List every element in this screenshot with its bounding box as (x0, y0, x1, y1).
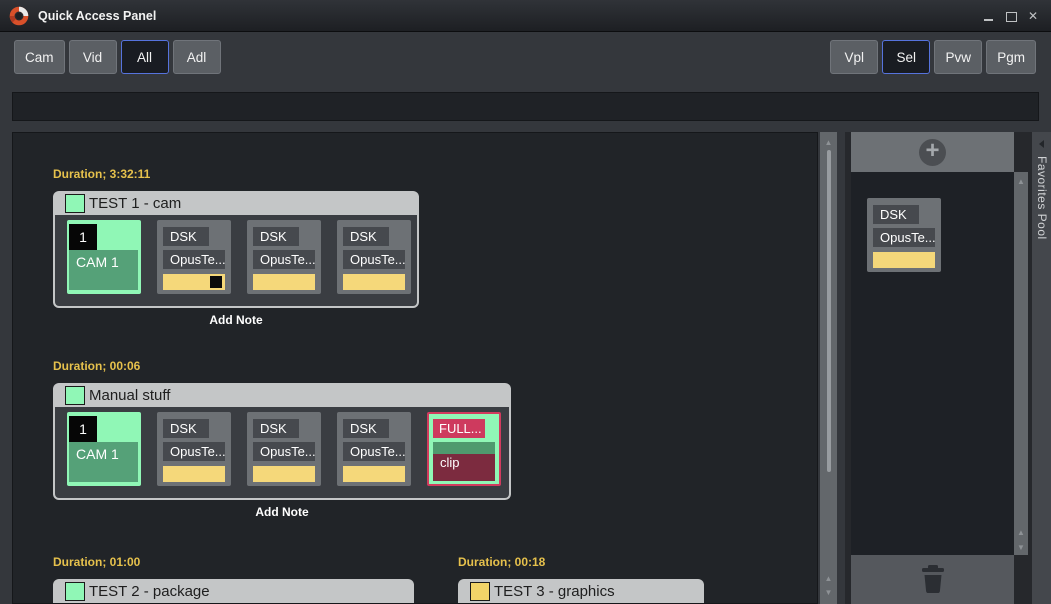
dsk-color-bar (163, 466, 225, 482)
tile-dsk[interactable]: DSK OpusTe... (157, 220, 231, 294)
close-button[interactable]: ✕ (1027, 10, 1039, 22)
cam-label: CAM 1 (69, 442, 138, 482)
dsk-color-bar (343, 466, 405, 482)
dsk-tag: DSK (873, 205, 919, 224)
favorites-list: DSK OpusTe... (851, 172, 1014, 555)
group-title: TEST 2 - package (89, 583, 210, 600)
delete-drop-zone[interactable] (851, 555, 1014, 604)
favorites-pool-tab-label: Favorites Pool (1035, 156, 1049, 240)
tile-cam1[interactable]: 1 CAM 1 (67, 220, 141, 294)
group-title: TEST 3 - graphics (494, 583, 615, 600)
dsk-color-bar (253, 466, 315, 482)
tile-dsk-favorite[interactable]: DSK OpusTe... (867, 198, 941, 272)
dsk-color-bar (873, 252, 935, 268)
full-tag: FULL... (433, 419, 485, 438)
minimize-button[interactable] (983, 10, 995, 22)
filter-sel-button[interactable]: Sel (882, 40, 930, 74)
dsk-color-bar (343, 274, 405, 290)
favorites-scrollbar[interactable]: ▲ ▲ ▼ (1014, 172, 1028, 555)
title-bar: Quick Access Panel ✕ (0, 0, 1051, 32)
tile-cam1[interactable]: 1 CAM 1 (67, 412, 141, 486)
group-color-swatch (65, 582, 85, 601)
output-filter-group: Vpl Sel Pvw Pgm (830, 40, 1036, 74)
group-duration: Duration; 00:06 (53, 359, 511, 373)
favorites-header: + (851, 132, 1014, 172)
collapse-arrow-icon (1039, 140, 1044, 148)
scroll-up-icon[interactable]: ▲ (820, 138, 837, 147)
dsk-name: OpusTe... (343, 250, 405, 269)
group-title: Manual stuff (89, 387, 170, 404)
filter-adl-button[interactable]: Adl (173, 40, 221, 74)
add-note-button[interactable]: Add Note (53, 505, 511, 519)
rundown-panel: Duration; 3:32:11 TEST 1 - cam 1 CAM 1 D… (12, 132, 818, 604)
source-filter-group: Cam Vid All Adl (14, 40, 221, 74)
group-duration: Duration; 3:32:11 (53, 167, 419, 181)
dsk-tag: DSK (343, 227, 389, 246)
dsk-tag: DSK (163, 227, 209, 246)
tile-dsk[interactable]: DSK OpusTe... (157, 412, 231, 486)
group-color-swatch (65, 194, 85, 213)
group-duration: Duration; 01:00 (53, 555, 414, 569)
group-test2-package: Duration; 01:00 TEST 2 - package (53, 555, 414, 604)
group-test3-graphics: Duration; 00:18 TEST 3 - graphics (458, 555, 704, 604)
dsk-tag: DSK (253, 419, 299, 438)
filter-cam-button[interactable]: Cam (14, 40, 65, 74)
group-color-swatch (65, 386, 85, 405)
maximize-button[interactable] (1005, 10, 1017, 22)
scroll-up-icon[interactable]: ▲ (820, 574, 837, 583)
tile-dsk[interactable]: DSK OpusTe... (247, 412, 321, 486)
cam-label: CAM 1 (69, 250, 138, 290)
group-manual-stuff: Duration; 00:06 Manual stuff 1 CAM 1 DSK… (53, 359, 511, 519)
add-note-button[interactable]: Add Note (53, 313, 419, 327)
dsk-tag: DSK (163, 419, 209, 438)
window-title: Quick Access Panel (38, 0, 156, 32)
filter-all-button[interactable]: All (121, 40, 169, 74)
scroll-down-icon[interactable]: ▼ (1014, 543, 1028, 552)
scroll-up-icon[interactable]: ▲ (1014, 177, 1028, 186)
dsk-name: OpusTe... (163, 250, 225, 269)
favorites-pool-tab[interactable]: Favorites Pool (1032, 132, 1051, 604)
filter-pvw-button[interactable]: Pvw (934, 40, 982, 74)
dsk-name: OpusTe... (163, 442, 225, 461)
scroll-down-icon[interactable]: ▼ (820, 588, 837, 597)
group-color-swatch (470, 582, 490, 601)
add-favorite-button[interactable]: + (919, 139, 946, 166)
group-duration: Duration; 00:18 (458, 555, 704, 569)
group-header[interactable]: TEST 2 - package (55, 579, 412, 603)
filter-pgm-button[interactable]: Pgm (986, 40, 1036, 74)
app-logo-icon (8, 5, 30, 27)
dsk-name: OpusTe... (253, 442, 315, 461)
dsk-name: OpusTe... (343, 442, 405, 461)
group-header[interactable]: TEST 3 - graphics (460, 579, 702, 603)
dsk-color-bar (163, 274, 225, 290)
group-test1-cam: Duration; 3:32:11 TEST 1 - cam 1 CAM 1 D… (53, 167, 419, 327)
dsk-color-bar (253, 274, 315, 290)
dsk-marker (210, 276, 222, 288)
filter-vpl-button[interactable]: Vpl (830, 40, 878, 74)
cam-number: 1 (69, 416, 97, 442)
status-strip (12, 92, 1039, 121)
dsk-name: OpusTe... (873, 228, 935, 247)
tile-dsk[interactable]: DSK OpusTe... (337, 220, 411, 294)
group-header[interactable]: Manual stuff (55, 383, 509, 407)
scrollbar-thumb[interactable] (827, 150, 831, 472)
trash-icon (920, 563, 946, 595)
cam-number: 1 (69, 224, 97, 250)
scroll-up-icon[interactable]: ▲ (1014, 528, 1028, 537)
dsk-tag: DSK (253, 227, 299, 246)
filter-vid-button[interactable]: Vid (69, 40, 117, 74)
dsk-name: OpusTe... (253, 250, 315, 269)
tile-dsk[interactable]: DSK OpusTe... (247, 220, 321, 294)
clip-label: clip (433, 454, 495, 481)
group-header[interactable]: TEST 1 - cam (55, 191, 417, 215)
group-title: TEST 1 - cam (89, 195, 181, 212)
tile-dsk[interactable]: DSK OpusTe... (337, 412, 411, 486)
dsk-tag: DSK (343, 419, 389, 438)
full-progress-band (433, 442, 495, 454)
main-scrollbar[interactable]: ▲ ▲ ▼ (820, 132, 837, 604)
tile-fullscreen-clip[interactable]: FULL... clip (427, 412, 501, 486)
